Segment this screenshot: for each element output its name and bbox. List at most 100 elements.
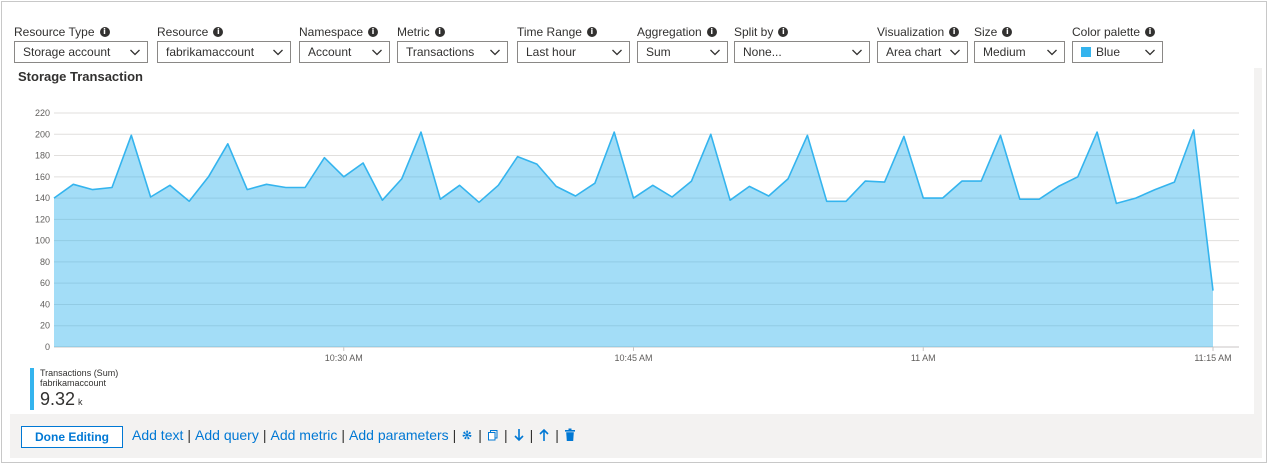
chart-panel: Storage Transaction 0 20 40 60 80 100 120 140 16… (10, 68, 1262, 414)
info-icon[interactable]: i (1002, 26, 1013, 37)
param-resource-type: Resource Type i Storage account (14, 24, 148, 63)
param-size: Size i Medium (974, 24, 1065, 63)
info-icon[interactable]: i (434, 26, 445, 37)
trash-icon[interactable] (563, 428, 577, 442)
parameters-bar: Resource Type i Storage account Resource i… (10, 8, 1262, 68)
chevron-down-icon (1047, 49, 1057, 56)
add-parameters-link[interactable]: Add parameters (349, 427, 449, 443)
aggregation-dropdown[interactable]: Sum (637, 41, 728, 63)
done-editing-button[interactable]: Done Editing (21, 426, 123, 448)
series-area (54, 130, 1213, 347)
param-label: Aggregation (637, 24, 702, 39)
y-tick-label: 40 (40, 299, 50, 309)
metric-dropdown[interactable]: Transactions (397, 41, 508, 63)
chevron-down-icon (490, 49, 500, 56)
param-label: Color palette (1072, 24, 1141, 39)
separator: | (452, 427, 457, 443)
chevron-down-icon (130, 49, 140, 56)
workbook-frame: Resource Type i Storage account Resource i… (1, 1, 1267, 463)
arrow-down-icon[interactable] (512, 428, 526, 442)
param-label: Metric (397, 24, 430, 39)
param-label: Resource (157, 24, 209, 39)
y-tick-label: 200 (35, 129, 50, 139)
separator: | (503, 427, 508, 443)
y-tick-label: 160 (35, 172, 50, 182)
size-dropdown[interactable]: Medium (974, 41, 1065, 63)
param-resource: Resource i fabrikamaccount (157, 24, 291, 63)
dropdown-value: fabrikamaccount (166, 45, 255, 59)
param-label: Time Range (517, 24, 582, 39)
y-tick-label: 180 (35, 151, 50, 161)
chevron-down-icon (852, 49, 862, 56)
area-chart[interactable]: 020406080100120140160180200220 10:30 AM 1… (10, 68, 1254, 368)
param-time-range: Time Range i Last hour (517, 24, 630, 63)
dropdown-value: None... (743, 45, 782, 59)
color-swatch (1081, 47, 1091, 57)
resource-type-dropdown[interactable]: Storage account (14, 41, 148, 63)
separator: | (478, 427, 482, 443)
info-icon[interactable]: i (1145, 26, 1156, 37)
add-text-link[interactable]: Add text (132, 427, 183, 443)
gear-icon[interactable] (460, 428, 474, 442)
add-query-link[interactable]: Add query (195, 427, 259, 443)
chevron-down-icon (710, 49, 720, 56)
param-color-palette: Color palette i Blue (1072, 24, 1163, 63)
color-palette-dropdown[interactable]: Blue (1072, 41, 1163, 63)
info-icon[interactable]: i (949, 26, 960, 37)
info-icon[interactable]: i (213, 26, 224, 37)
x-axis: 10:30 AM 10:45 AM 11 AM 11:15 AM (54, 346, 1239, 363)
y-tick-label: 220 (35, 108, 50, 118)
y-tick-label: 20 (40, 321, 50, 331)
chevron-down-icon (273, 49, 283, 56)
x-tick-label: 10:45 AM (614, 353, 652, 363)
legend-series-name: Transactions (Sum) (40, 368, 119, 378)
legend-total-value: 9.32 k (40, 388, 118, 413)
y-tick-label: 60 (40, 278, 50, 288)
info-icon[interactable]: i (586, 26, 597, 37)
separator: | (555, 427, 559, 443)
dropdown-value: Sum (646, 45, 671, 59)
param-aggregation: Aggregation i Sum (637, 24, 728, 63)
dropdown-value: Blue (1096, 45, 1121, 59)
param-label: Resource Type (14, 24, 95, 39)
dropdown-value: Medium (983, 45, 1026, 59)
param-label: Split by (734, 24, 774, 39)
chevron-down-icon (612, 49, 622, 56)
info-icon[interactable]: i (778, 26, 789, 37)
legend-resource-name: fabrikamaccount (40, 378, 107, 388)
param-visualization: Visualization i Area chart (877, 24, 968, 63)
namespace-dropdown[interactable]: Account (299, 41, 390, 63)
visualization-dropdown[interactable]: Area chart (877, 41, 968, 63)
resource-dropdown[interactable]: fabrikamaccount (157, 41, 291, 63)
dropdown-value: Last hour (526, 45, 577, 59)
footer-actions: Add text | Add query | Add metric | Add … (132, 427, 577, 443)
info-icon[interactable]: i (99, 26, 110, 37)
separator: | (262, 427, 267, 443)
chevron-down-icon (372, 49, 382, 56)
chevron-down-icon (1145, 49, 1155, 56)
info-icon[interactable]: i (706, 26, 717, 37)
param-label: Visualization (877, 24, 945, 39)
info-icon[interactable]: i (368, 26, 379, 37)
separator: | (341, 427, 346, 443)
chart-legend[interactable]: Transactions (Sum) fabrikamaccount 9.32 k (30, 368, 118, 410)
separator: | (529, 427, 534, 443)
dropdown-value: Area chart (886, 45, 942, 59)
x-tick-label: 11:15 AM (1194, 353, 1231, 363)
split-by-dropdown[interactable]: None... (734, 41, 870, 63)
time-range-dropdown[interactable]: Last hour (517, 41, 630, 63)
arrow-up-icon[interactable] (537, 428, 551, 442)
separator: | (187, 427, 192, 443)
copy-icon[interactable] (486, 428, 500, 442)
chevron-down-icon (950, 49, 960, 56)
param-namespace: Namespace i Account (299, 24, 390, 63)
x-tick-label: 11 AM (911, 353, 936, 363)
chart-series (53, 129, 1214, 347)
add-metric-link[interactable]: Add metric (270, 427, 337, 443)
dropdown-value: Account (308, 45, 352, 59)
y-tick-label: 0 (45, 342, 50, 352)
y-tick-label: 140 (35, 193, 50, 203)
dropdown-value: Transactions (406, 45, 475, 59)
param-label: Size (974, 24, 998, 39)
dropdown-value: Storage account (23, 45, 111, 59)
